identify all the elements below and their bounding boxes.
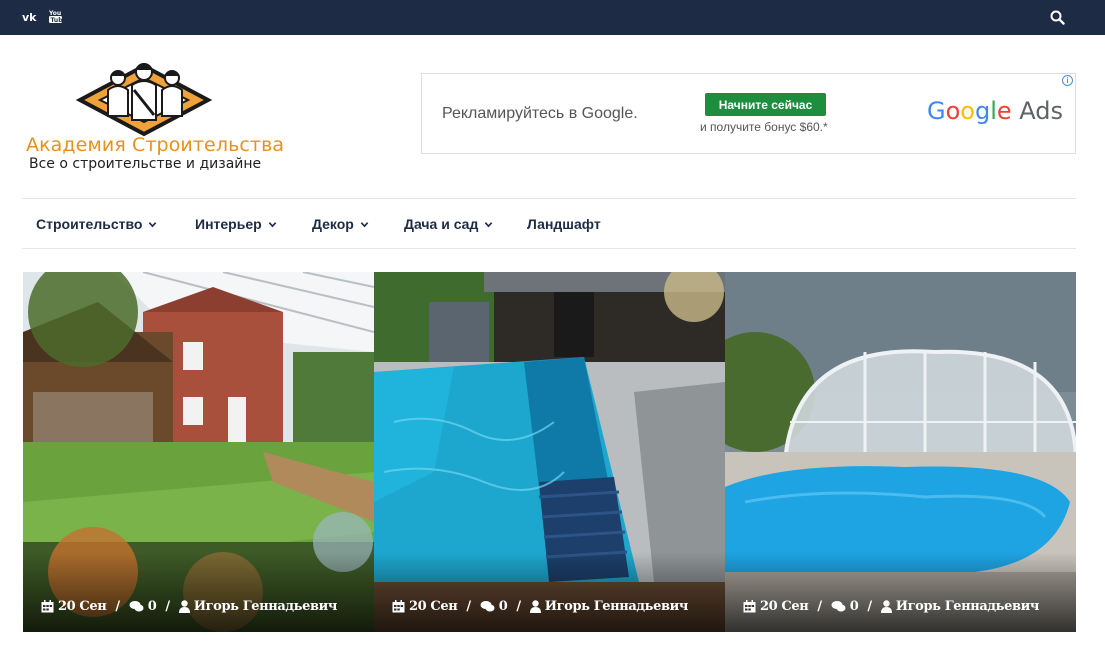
ad-bonus-text: и получите бонус $60.* bbox=[700, 120, 828, 134]
nav-item-label: Ландшафт bbox=[527, 216, 601, 232]
meta-separator: / bbox=[115, 599, 120, 614]
post-shade bbox=[23, 552, 374, 632]
post-date: 20 Сен bbox=[760, 599, 809, 614]
svg-text:vk: vk bbox=[22, 11, 37, 23]
post-author[interactable]: Игорь Геннадьевич bbox=[194, 599, 338, 614]
nav-item-label: Декор bbox=[312, 216, 354, 232]
main-nav: Строительство Интерьер Декор Дача и сад … bbox=[22, 198, 1076, 249]
ad-info-icon[interactable]: i bbox=[1062, 75, 1073, 86]
calendar-icon bbox=[392, 600, 405, 613]
chevron-down-icon bbox=[268, 221, 276, 227]
comments-icon bbox=[831, 601, 846, 612]
google-ads-logo: Google Ads bbox=[927, 97, 1063, 125]
logo-emblem bbox=[75, 63, 213, 137]
post-meta: 20 Сен / 0 / Игорь Геннадьевич bbox=[743, 599, 1039, 614]
post-card[interactable]: 20 Сен / 0 / Игорь Геннадьевич bbox=[23, 272, 374, 632]
meta-separator: / bbox=[817, 599, 822, 614]
nav-item-landscape[interactable]: Ландшафт bbox=[527, 216, 601, 232]
vk-icon[interactable]: vk bbox=[22, 10, 39, 28]
meta-separator: / bbox=[165, 599, 170, 614]
post-comments-count[interactable]: 0 bbox=[499, 599, 508, 614]
top-bar: vk YouTube bbox=[0, 0, 1105, 35]
calendar-icon bbox=[743, 600, 756, 613]
svg-text:You: You bbox=[49, 10, 61, 17]
post-meta: 20 Сен / 0 / Игорь Геннадьевич bbox=[392, 599, 688, 614]
chevron-down-icon bbox=[360, 221, 369, 227]
post-card[interactable]: 20 Сен / 0 / Игорь Геннадьевич bbox=[374, 272, 725, 632]
post-shade bbox=[725, 552, 1076, 632]
google-wordmark: Google bbox=[927, 97, 1012, 125]
social-links: vk YouTube bbox=[22, 9, 67, 29]
youtube-icon[interactable]: YouTube bbox=[48, 9, 67, 29]
post-shade bbox=[374, 552, 725, 632]
post-comments-count[interactable]: 0 bbox=[148, 599, 157, 614]
meta-separator: / bbox=[466, 599, 471, 614]
svg-text:Tube: Tube bbox=[51, 17, 64, 24]
post-author[interactable]: Игорь Геннадьевич bbox=[896, 599, 1040, 614]
user-icon bbox=[529, 600, 541, 613]
calendar-icon bbox=[41, 600, 54, 613]
nav-item-construction[interactable]: Строительство bbox=[36, 216, 157, 232]
ads-wordmark: Ads bbox=[1019, 97, 1064, 125]
nav-item-label: Строительство bbox=[36, 216, 143, 232]
nav-item-label: Интерьер bbox=[195, 216, 262, 232]
comments-icon bbox=[129, 601, 144, 612]
post-date: 20 Сен bbox=[409, 599, 458, 614]
ad-start-button[interactable]: Начните сейчас bbox=[705, 93, 826, 116]
user-icon bbox=[178, 600, 190, 613]
ad-banner[interactable]: Рекламируйтесь в Google. Начните сейчас … bbox=[421, 73, 1076, 154]
meta-separator: / bbox=[867, 599, 872, 614]
post-author[interactable]: Игорь Геннадьевич bbox=[545, 599, 689, 614]
post-meta: 20 Сен / 0 / Игорь Геннадьевич bbox=[41, 599, 337, 614]
site-logo[interactable]: Академия Строительства Все о строительст… bbox=[22, 60, 284, 175]
search-icon[interactable] bbox=[1050, 10, 1065, 30]
nav-item-label: Дача и сад bbox=[404, 216, 479, 232]
meta-separator: / bbox=[516, 599, 521, 614]
chevron-down-icon bbox=[149, 221, 157, 227]
ad-text: Рекламируйтесь в Google. bbox=[442, 105, 638, 122]
logo-tagline: Все о строительстве и дизайне bbox=[29, 156, 262, 172]
user-icon bbox=[880, 600, 892, 613]
logo-brand-text: Академия Строительства bbox=[26, 134, 285, 156]
nav-item-decor[interactable]: Декор bbox=[312, 216, 369, 232]
post-card[interactable]: 20 Сен / 0 / Игорь Геннадьевич bbox=[725, 272, 1076, 632]
post-comments-count[interactable]: 0 bbox=[850, 599, 859, 614]
comments-icon bbox=[480, 601, 495, 612]
nav-item-dacha[interactable]: Дача и сад bbox=[404, 216, 493, 232]
featured-posts: 20 Сен / 0 / Игорь Геннадьевич 20 Сен / … bbox=[23, 272, 1076, 632]
chevron-down-icon bbox=[485, 221, 493, 227]
nav-item-interior[interactable]: Интерьер bbox=[195, 216, 277, 232]
post-date: 20 Сен bbox=[58, 599, 107, 614]
